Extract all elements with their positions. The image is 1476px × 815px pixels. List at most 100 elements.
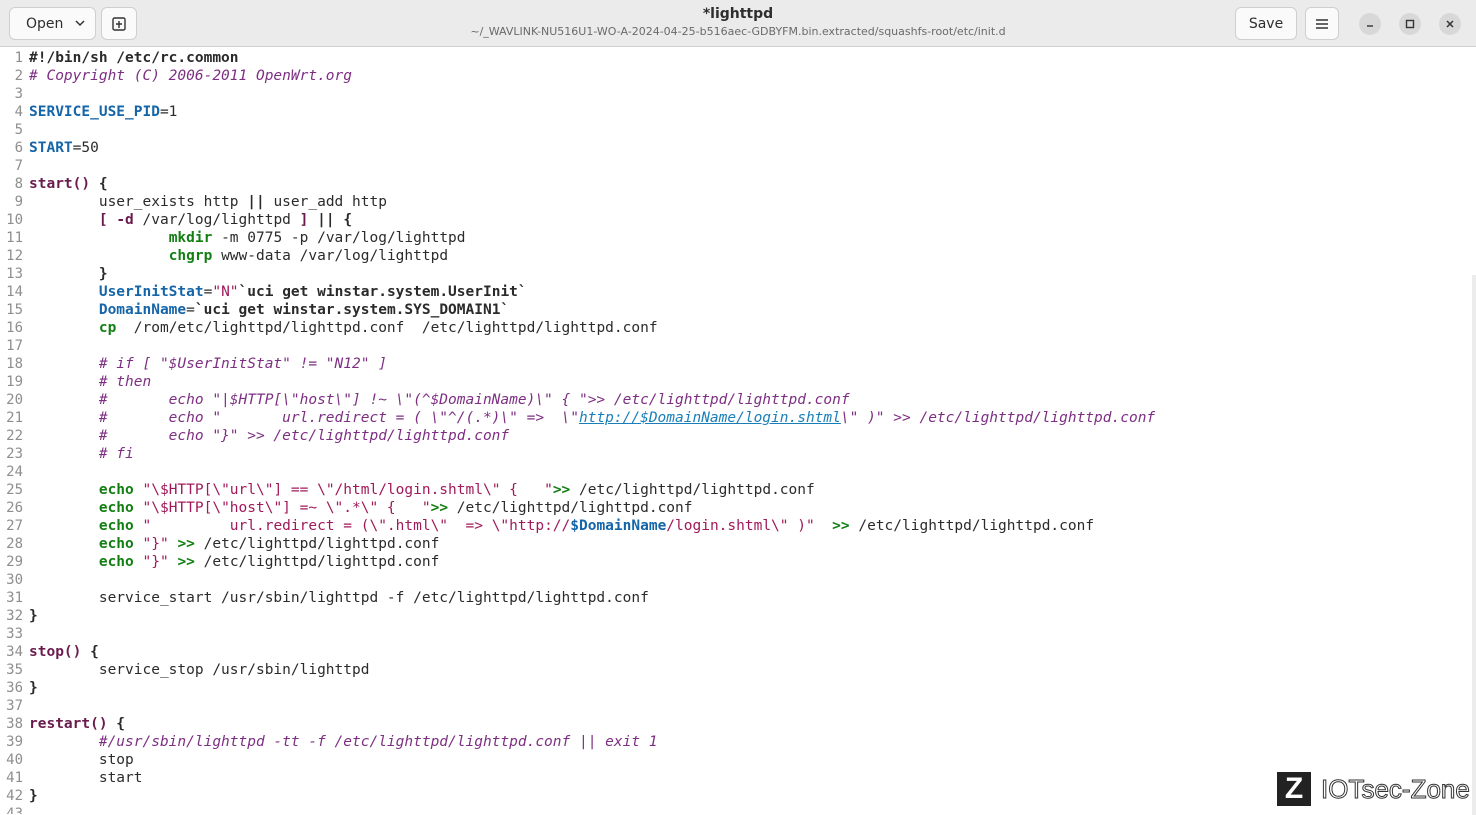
line-number: 27 (6, 518, 23, 534)
code-token: =1 (159, 104, 178, 120)
code-line: service_start /usr/sbin/lighttpd -f /etc… (29, 589, 649, 607)
code-comment: # then (29, 374, 152, 390)
code-line: } (29, 607, 38, 625)
code-line: # if [ "$UserInitStat" != "N12" ] (29, 355, 387, 373)
line-number: 24 (6, 464, 23, 480)
save-label: Save (1248, 15, 1284, 32)
code-variable: DomainName (98, 302, 187, 318)
close-button[interactable] (1439, 13, 1461, 35)
code-line: } (29, 679, 38, 697)
code-command: echo (98, 536, 134, 552)
code-token: } (98, 266, 108, 282)
hamburger-menu-icon (1316, 18, 1328, 29)
line-number: 11 (6, 230, 23, 246)
overview-scrollbar[interactable] (1472, 275, 1476, 815)
close-icon (1446, 20, 1454, 28)
code-token: www-data /var/log/lighttpd (212, 248, 449, 264)
line-number: 40 (6, 752, 23, 768)
code-token: } (29, 788, 38, 804)
line-number: 38 (6, 716, 23, 732)
line-number: 15 (6, 302, 23, 318)
maximize-button[interactable] (1399, 13, 1421, 35)
line-number: 35 (6, 662, 23, 678)
code-line: # echo "}" >> /etc/lighttpd/lighttpd.con… (29, 427, 509, 445)
code-variable: UserInitStat (98, 284, 204, 300)
comment-link[interactable]: http://$DomainName/login.shtml (579, 410, 841, 426)
code-string: /login.shtml\" )" (666, 518, 815, 534)
line-number: 30 (6, 572, 23, 588)
new-tab-button[interactable] (101, 7, 137, 40)
line-number: 43 (6, 806, 23, 814)
minimize-button[interactable] (1359, 13, 1381, 35)
code-line: cp /rom/etc/lighttpd/lighttpd.conf /etc/… (29, 319, 658, 337)
code-command: echo (98, 518, 134, 534)
line-number: 28 (6, 536, 23, 552)
code-token: service_stop /usr/sbin/lighttpd (29, 662, 370, 678)
code-token: `uci get winstar.system.SYS_DOMAIN1` (194, 302, 510, 318)
code-line: #/usr/sbin/lighttpd -tt -f /etc/lighttpd… (29, 733, 658, 751)
line-number: 23 (6, 446, 23, 462)
code-line: START=50 (29, 139, 99, 157)
code-line: [ -d /var/log/lighttpd ] || { (29, 211, 352, 229)
code-variable: $DomainName (570, 518, 667, 534)
code-string: "\$HTTP[\"host\"] =~ \".*\" { " (142, 500, 431, 516)
code-comment: # echo " url.redirect = ( \"^/(.*)\" => … (29, 410, 579, 426)
main-menu-button[interactable] (1305, 7, 1339, 40)
line-number: 26 (6, 500, 23, 516)
code-operator: >> (832, 518, 850, 534)
save-button[interactable]: Save (1235, 7, 1297, 40)
code-operator: >> (552, 482, 571, 498)
line-number: 31 (6, 590, 23, 606)
code-line: user_exists http || user_add http (29, 193, 387, 211)
code-token: start (29, 770, 143, 786)
code-line: # fi (29, 445, 134, 463)
line-number: 20 (6, 392, 23, 408)
code-line: UserInitStat="N"`uci get winstar.system.… (29, 283, 527, 301)
code-line: echo "\$HTTP[\"host\"] =~ \".*\" { ">> /… (29, 499, 693, 517)
code-token: [ (98, 212, 108, 228)
code-line: } (29, 787, 38, 805)
watermark-logo: Z (1277, 772, 1311, 806)
code-token: = (186, 302, 195, 318)
code-operator: >> (430, 500, 449, 516)
line-number: 41 (6, 770, 23, 786)
code-command: echo (98, 482, 134, 498)
code-token: { (107, 716, 126, 732)
code-command: cp (98, 320, 117, 336)
line-number: 42 (6, 788, 23, 804)
code-line: # then (29, 373, 151, 391)
text-editor[interactable]: 1 2 3 4 5 6 7 8 9 10 11 12 13 14 15 16 1… (0, 48, 1476, 814)
code-comment: #/usr/sbin/lighttpd -tt -f /etc/lighttpd… (29, 734, 658, 750)
open-button[interactable]: Open (9, 7, 96, 40)
watermark: Z IOTsec-Zone (1277, 772, 1470, 806)
line-number: 13 (6, 266, 23, 282)
code-string: "}" (142, 554, 169, 570)
code-token: /etc/lighttpd/lighttpd.conf (194, 536, 440, 552)
open-label: Open (26, 15, 64, 32)
code-operator: || (317, 212, 335, 228)
line-number: 34 (6, 644, 23, 660)
code-token: { (343, 212, 353, 228)
code-line: stop (29, 751, 134, 769)
code-operator: >> (177, 554, 195, 570)
code-token: user_add http (264, 194, 387, 210)
code-variable: SERVICE_USE_PID (29, 104, 160, 120)
code-comment: \" )" >> /etc/lighttpd/lighttpd.conf (840, 410, 1156, 426)
line-number: 17 (6, 338, 23, 354)
code-string: "N" (212, 284, 239, 300)
code-token: /rom/etc/lighttpd/lighttpd.conf /etc/lig… (116, 320, 658, 336)
line-number: 7 (14, 158, 23, 174)
line-number: 5 (14, 122, 23, 138)
code-line: DomainName=`uci get winstar.system.SYS_D… (29, 301, 509, 319)
code-token: /etc/lighttpd/lighttpd.conf (448, 500, 693, 516)
code-line: service_stop /usr/sbin/lighttpd (29, 661, 370, 679)
code-token: stop (29, 752, 134, 768)
code-token: service_start /usr/sbin/lighttpd -f /etc… (29, 590, 649, 606)
